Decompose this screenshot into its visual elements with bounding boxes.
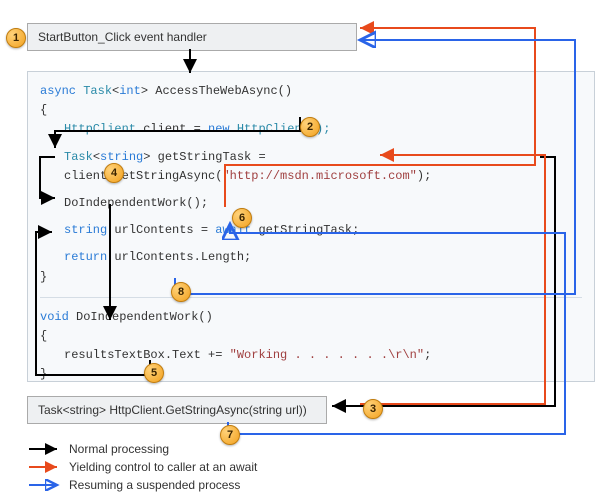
code-text: ); (417, 169, 431, 183)
code-text: urlContents = (114, 223, 208, 237)
string-working: "Working . . . . . . .\r\n" (230, 348, 424, 362)
kw-void: void (40, 310, 69, 324)
code-text: getStringTask; (258, 223, 359, 237)
legend-label: Normal processing (69, 442, 169, 456)
badge-3: 3 (363, 399, 383, 419)
sub-brace-open: { (40, 327, 582, 346)
code-line-doindep: DoIndependentWork(); (40, 194, 582, 213)
method-name: AccessTheWebAsync() (155, 84, 292, 98)
string-url: "http://msdn.microsoft.com" (222, 169, 416, 183)
code-text: DoIndependentWork() (76, 310, 213, 324)
kw-async: async (40, 84, 76, 98)
type-httpclient: HttpClient (64, 122, 136, 136)
code-text: client = (143, 122, 201, 136)
arrow-icon (27, 443, 63, 455)
code-line-await: string urlContents = await getStringTask… (40, 221, 582, 240)
code-brace-close: } (40, 268, 582, 287)
kw-string: string (100, 150, 143, 164)
arrow-icon (27, 479, 63, 491)
badge-6: 6 (232, 208, 252, 228)
badge-2: 2 (300, 117, 320, 137)
kw-return: return (64, 250, 107, 264)
legend-resume: Resuming a suspended process (27, 478, 240, 492)
legend-label: Resuming a suspended process (69, 478, 240, 492)
sub-sig: void DoIndependentWork() (40, 308, 582, 327)
code-line-return: return urlContents.Length; (40, 248, 582, 267)
getstringasync-box: Task<string> HttpClient.GetStringAsync(s… (27, 396, 327, 424)
type-task: Task (83, 84, 112, 98)
badge-5: 5 (144, 363, 164, 383)
kw-string2: string (64, 223, 107, 237)
kw-int: int (119, 84, 141, 98)
badge-1: 1 (6, 28, 26, 48)
kw-new: new (208, 122, 230, 136)
code-text: resultsTextBox.Text += (64, 348, 222, 362)
sub-line-1: resultsTextBox.Text += "Working . . . . … (40, 346, 582, 365)
badge-4: 4 (104, 163, 124, 183)
code-text: ; (424, 348, 431, 362)
legend-yield: Yielding control to caller at an await (27, 460, 257, 474)
legend-label: Yielding control to caller at an await (69, 460, 257, 474)
code-line-signature: async Task<int> AccessTheWebAsync() (40, 82, 582, 101)
sub-brace-close: } (40, 365, 582, 384)
event-handler-box: StartButton_Click event handler (27, 23, 357, 51)
badge-7: 7 (220, 425, 240, 445)
badge-8: 8 (171, 282, 191, 302)
type-task2: Task (64, 150, 93, 164)
code-text: urlContents.Length; (114, 250, 251, 264)
legend-normal: Normal processing (27, 442, 169, 456)
sub-method-block: void DoIndependentWork() { resultsTextBo… (40, 297, 582, 385)
arrow-icon (27, 461, 63, 473)
